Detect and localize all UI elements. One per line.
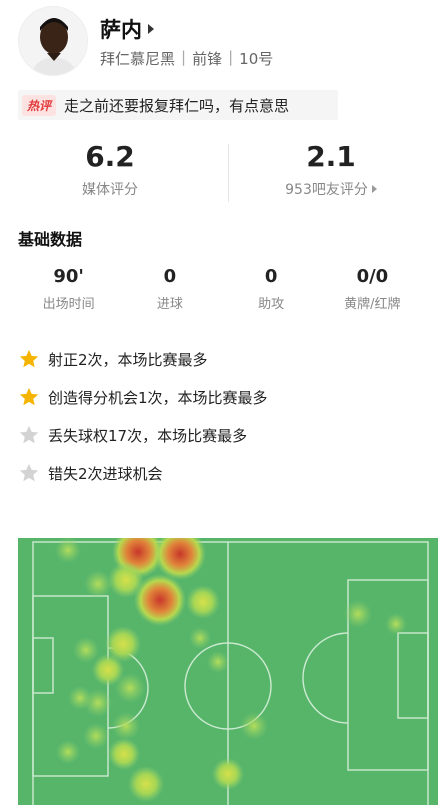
player-club: 拜仁慕尼黑 — [100, 50, 176, 68]
hot-comment-badge: 热评 — [22, 94, 57, 116]
stat-cards: 0/0 黄牌/红牌 — [322, 266, 423, 318]
media-rating-value: 6.2 — [85, 140, 135, 173]
hot-comment[interactable]: 热评 走之前还要报复拜仁吗，有点意思 — [18, 90, 338, 120]
chevron-right-icon[interactable] — [148, 24, 154, 34]
list-item: 创造得分机会1次，本场比赛最多 — [18, 378, 423, 416]
list-item: 射正2次，本场比赛最多 — [18, 340, 423, 378]
stat-value: 0 — [163, 266, 177, 287]
highlight-text: 创造得分机会1次，本场比赛最多 — [48, 388, 268, 407]
stat-goals: 0 进球 — [119, 266, 220, 318]
star-gray-icon — [19, 463, 39, 482]
fans-rating-value: 2.1 — [306, 140, 356, 173]
section-title: 基础数据 — [18, 230, 83, 249]
highlights-list: 射正2次，本场比赛最多 创造得分机会1次，本场比赛最多 丢失球权17次，本场比赛… — [18, 340, 423, 492]
media-rating: 6.2 媒体评分 — [0, 140, 220, 199]
hot-comment-text: 走之前还要报复拜仁吗，有点意思 — [64, 96, 290, 115]
stat-label: 黄牌/红牌 — [344, 297, 401, 312]
fans-rating[interactable]: 2.1 953吧友评分 — [221, 140, 441, 199]
separator: | — [181, 48, 187, 66]
stat-value: 0 — [264, 266, 278, 287]
basic-stats: 90' 出场时间 0 进球 0 助攻 0/0 黄牌/红牌 — [18, 266, 423, 318]
player-info: 拜仁慕尼黑 | 前锋 | 10号 — [100, 48, 273, 69]
highlight-text: 丢失球权17次，本场比赛最多 — [48, 426, 248, 445]
player-header: 萨内 拜仁慕尼黑 | 前锋 | 10号 — [18, 6, 428, 78]
player-number: 10号 — [239, 50, 274, 68]
highlight-text: 错失2次进球机会 — [48, 464, 163, 483]
player-avatar[interactable] — [18, 6, 88, 76]
list-item: 丢失球权17次，本场比赛最多 — [18, 416, 423, 454]
chevron-right-icon — [371, 185, 377, 193]
star-gold-icon — [19, 349, 39, 368]
list-item: 错失2次进球机会 — [18, 454, 423, 492]
stat-minutes: 90' 出场时间 — [18, 266, 119, 318]
ratings: 6.2 媒体评分 2.1 953吧友评分 — [0, 140, 441, 210]
stat-label: 进球 — [156, 297, 183, 312]
highlight-text: 射正2次，本场比赛最多 — [48, 350, 208, 369]
separator: | — [228, 48, 234, 66]
stat-assists: 0 助攻 — [221, 266, 322, 318]
stat-label: 出场时间 — [42, 297, 95, 312]
fans-rating-label: 953吧友评分 — [285, 182, 368, 198]
player-position: 前锋 — [192, 50, 223, 68]
media-rating-label: 媒体评分 — [82, 182, 138, 198]
star-gray-icon — [19, 425, 39, 444]
heatmap — [32, 538, 429, 805]
stat-value: 0/0 — [356, 266, 389, 287]
stat-label: 助攻 — [258, 297, 285, 312]
stat-value: 90' — [53, 266, 84, 287]
player-name[interactable]: 萨内 — [100, 14, 142, 44]
star-gold-icon — [19, 387, 39, 406]
heatmap-pitch — [18, 538, 438, 805]
